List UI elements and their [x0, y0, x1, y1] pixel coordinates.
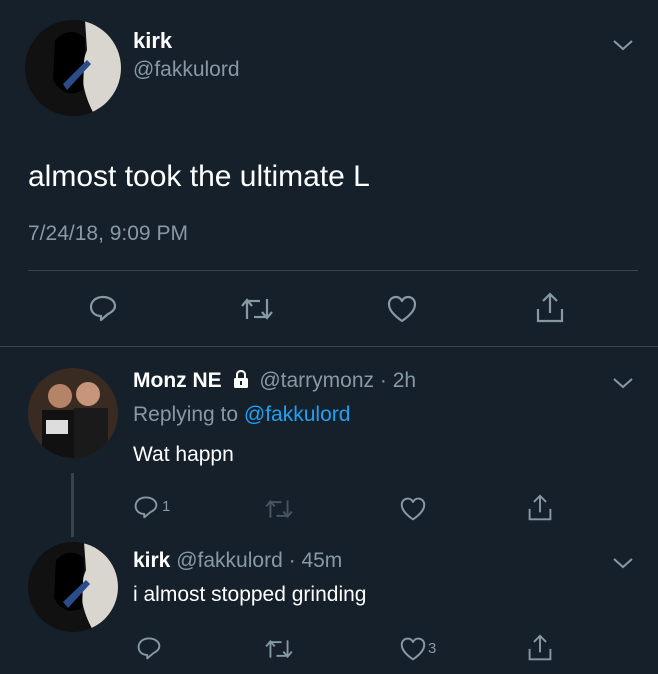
reply-1-time[interactable]: 2h [393, 369, 416, 392]
main-section-divider [0, 346, 658, 347]
main-retweet-icon[interactable] [240, 295, 274, 323]
reply-2-retweet-icon[interactable] [264, 637, 294, 661]
reply-2-time[interactable]: 45m [301, 549, 342, 572]
thread-line [71, 473, 74, 537]
reply-2-display-name[interactable]: kirk [133, 549, 170, 572]
replying-to-label: Replying to [133, 403, 239, 426]
replying-to-handle[interactable]: @fakkulord [244, 403, 351, 426]
reply-1-share-icon[interactable] [527, 493, 553, 523]
reply-1-reply-count: 1 [162, 498, 171, 515]
main-tweet-text: almost took the ultimate L [28, 160, 370, 193]
reply-2-share-icon[interactable] [527, 633, 553, 663]
reply-1-handle[interactable]: @tarrymonz [259, 369, 374, 392]
reply-2-reply-icon[interactable] [136, 635, 162, 661]
main-reply-icon[interactable] [88, 293, 118, 323]
reply-2-text: i almost stopped grinding [133, 583, 367, 606]
lock-icon [232, 369, 250, 389]
main-tweet-chevron-down-icon[interactable] [612, 38, 634, 52]
reply-1-avatar[interactable] [28, 368, 118, 458]
reply-2-handle[interactable]: @fakkulord [176, 549, 283, 572]
reply-2-header: kirk @fakkulord · 45m [133, 549, 342, 573]
reply-1-replying-to: Replying to @fakkulord [133, 403, 350, 427]
main-tweet-handle[interactable]: @fakkulord [133, 58, 240, 82]
main-tweet-avatar[interactable] [25, 20, 121, 116]
reply-1-like-icon[interactable] [399, 496, 427, 522]
reply-1-text: Wat happn [133, 443, 234, 466]
reply-1-chevron-down-icon[interactable] [612, 376, 634, 390]
reply-1-header: Monz NE @tarrymonz · 2h [133, 369, 416, 393]
main-tweet-display-name[interactable]: kirk [133, 28, 172, 54]
main-tweet-timestamp: 7/24/18, 9:09 PM [28, 222, 188, 245]
reply-2-chevron-down-icon[interactable] [612, 556, 634, 570]
main-like-icon[interactable] [386, 294, 418, 324]
main-share-icon[interactable] [535, 291, 565, 325]
reply-2-separator: · [288, 549, 296, 572]
reply-2-like-count: 3 [428, 640, 437, 657]
reply-2-like-icon[interactable] [399, 636, 427, 662]
reply-1-separator: · [379, 369, 387, 392]
reply-1-display-name[interactable]: Monz NE [133, 369, 222, 392]
reply-1-retweet-icon [264, 497, 294, 521]
reply-1-reply-icon[interactable] [133, 494, 159, 520]
reply-2-avatar[interactable] [28, 542, 118, 632]
main-tweet-divider [28, 270, 638, 271]
